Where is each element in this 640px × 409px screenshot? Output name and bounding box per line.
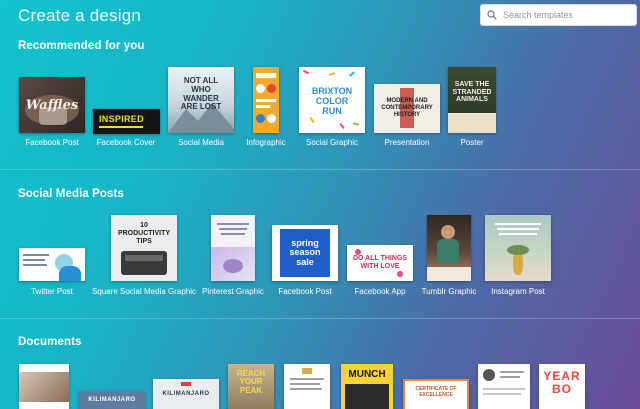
- thumb-text: MODERN AND CONTEMPORARY HISTORY: [381, 98, 433, 118]
- template-label: Facebook Cover: [96, 138, 156, 147]
- template-label: Social Media: [178, 138, 224, 147]
- template-label: Pinterest Graphic: [202, 287, 264, 296]
- thumb-text: SAVE THE STRANDED ANIMALS: [452, 81, 492, 104]
- thumb-text: KILIMANJARO: [162, 391, 210, 397]
- template-thumbnail: BRIXTON COLOR RUN: [299, 67, 365, 133]
- template-label: Facebook Post: [25, 138, 79, 147]
- template-thumbnail: MUNCH: [341, 364, 393, 409]
- template-label: Tumblr Graphic: [421, 287, 477, 296]
- template-thumbnail: [19, 248, 85, 281]
- template-thumbnail: spring season sale: [272, 225, 338, 281]
- template-thumbnail: [485, 215, 551, 281]
- template-thumbnail: 10 PRODUCTIVITY TIPS: [111, 215, 177, 281]
- template-label: Facebook Post: [278, 287, 332, 296]
- thumb-text: spring season sale: [289, 238, 321, 267]
- template-label: Social Graphic: [305, 138, 359, 147]
- template-thumbnail: [253, 67, 279, 133]
- template-thumbnail: MODERN AND CONTEMPORARY HISTORY: [374, 84, 440, 133]
- template-thumbnail: SAVE THE STRANDED ANIMALS: [448, 67, 496, 133]
- template-label: Presentation: [384, 138, 430, 147]
- template-label: Instagram Post: [491, 287, 545, 296]
- template-label: Poster: [460, 138, 484, 147]
- template-thumbnail: INSPIRED: [93, 109, 160, 134]
- thumb-text: DO ALL THINGS WITH LOVE: [352, 255, 408, 270]
- thumb-text: BRIXTON COLOR RUN: [311, 86, 353, 116]
- thumb-text: Waffles: [25, 98, 79, 113]
- thumb-text: INSPIRED: [99, 114, 144, 124]
- template-thumbnail: [284, 364, 330, 409]
- template-thumbnail: [211, 215, 255, 281]
- template-thumbnail: KILIMANJARO: [153, 379, 219, 409]
- template-label: Square Social Media Graphic: [91, 287, 197, 296]
- template-label: Facebook App: [354, 287, 406, 296]
- thumb-text: MUNCH: [348, 369, 386, 380]
- search-box[interactable]: [480, 4, 637, 26]
- section-divider: [0, 169, 640, 170]
- template-thumbnail: [478, 364, 530, 409]
- template-label: Twitter Post: [31, 287, 73, 296]
- template-thumbnail: KILIMANJARO: [79, 391, 145, 409]
- thumb-text: 10 PRODUCTIVITY TIPS: [117, 222, 171, 246]
- template-thumbnail: [19, 364, 69, 409]
- section-title-documents: Documents: [18, 336, 82, 348]
- template-thumbnail: Waffles: [19, 77, 85, 133]
- template-thumbnail: CERTIFICATE OF EXCELLENCE: [403, 379, 469, 409]
- template-thumbnail: DO ALL THINGS WITH LOVE: [347, 245, 413, 281]
- thumb-text: CERTIFICATE OF EXCELLENCE: [415, 386, 457, 398]
- template-thumbnail: REACH YOUR PEAK: [228, 364, 274, 409]
- template-thumbnail: [427, 215, 471, 281]
- search-icon: [487, 10, 497, 20]
- search-input[interactable]: [503, 10, 628, 20]
- template-thumbnail: YEAR BO: [539, 364, 585, 409]
- template-label: Infographic: [246, 138, 286, 147]
- thumb-text: NOT ALL WHO WANDER ARE LOST: [180, 76, 222, 112]
- thumb-text: KILIMANJARO: [88, 397, 136, 403]
- thumb-text: YEAR BO: [543, 369, 581, 396]
- template-thumbnail: NOT ALL WHO WANDER ARE LOST: [168, 67, 234, 133]
- thumb-text: REACH YOUR PEAK: [236, 369, 266, 395]
- section-divider: [0, 318, 640, 319]
- section-title-recommended: Recommended for you: [18, 40, 145, 52]
- section-title-social: Social Media Posts: [18, 188, 124, 200]
- page-title: Create a design: [18, 6, 142, 25]
